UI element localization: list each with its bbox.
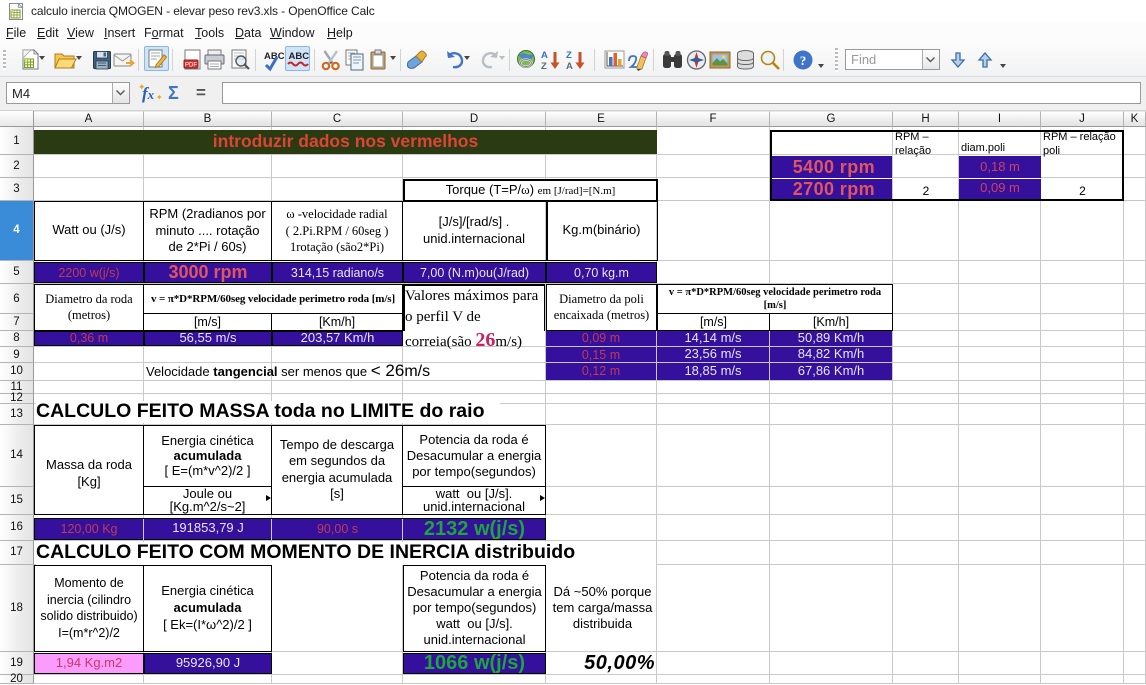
svg-text:A: A [566,61,573,72]
svg-text:ABC: ABC [289,51,310,62]
svg-text:Z: Z [541,61,547,72]
svg-text:A: A [541,50,548,61]
svg-text:Z: Z [566,50,572,61]
svg-text:PDF: PDF [185,63,197,69]
svg-text:?: ? [800,53,807,68]
